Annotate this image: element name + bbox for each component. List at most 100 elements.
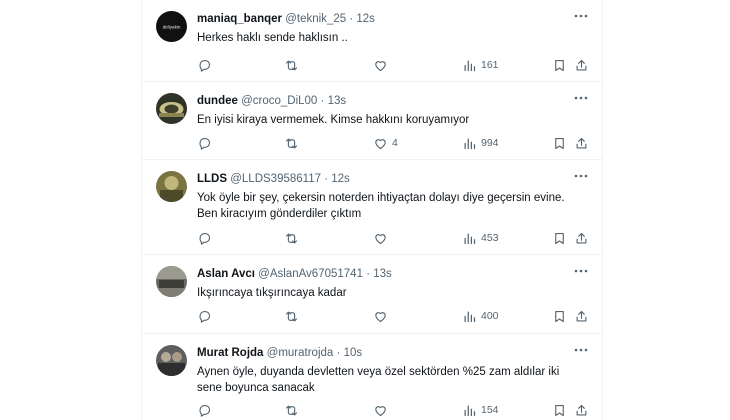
avatar[interactable] xyxy=(156,171,187,202)
share-button[interactable] xyxy=(574,134,589,152)
views-button[interactable]: 453 xyxy=(462,229,499,247)
tweet-text: Herkes haklı sende haklısın .. xyxy=(197,32,348,44)
separator-dot: · xyxy=(366,268,371,280)
reply-button[interactable] xyxy=(197,307,212,325)
share-button[interactable] xyxy=(574,307,589,325)
timestamp[interactable]: 13s xyxy=(328,95,347,107)
retweet-button[interactable] xyxy=(284,229,299,247)
bookmark-icon xyxy=(555,137,564,149)
retweet-button[interactable] xyxy=(284,56,299,74)
retweet-button[interactable] xyxy=(284,134,299,152)
tweet-actions: 453 xyxy=(197,229,592,247)
tweet-item[interactable]: deliyakin maniaq_banqer @teknik_25 · 12s… xyxy=(142,0,602,82)
retweet-button[interactable] xyxy=(284,307,299,325)
like-button[interactable] xyxy=(373,307,392,325)
user-handle[interactable]: @LLDS39586117 xyxy=(230,173,321,185)
avatar[interactable] xyxy=(156,93,187,124)
bookmark-button[interactable] xyxy=(552,56,567,74)
like-button[interactable] xyxy=(373,56,392,74)
more-options-icon[interactable] xyxy=(572,91,590,105)
views-button[interactable]: 994 xyxy=(462,134,499,152)
analytics-icon xyxy=(464,138,476,149)
heart-icon xyxy=(375,138,386,149)
tweet-actions: 161 xyxy=(197,56,592,74)
display-name[interactable]: dundee xyxy=(197,95,238,107)
reply-icon xyxy=(199,310,211,323)
more-options-icon[interactable] xyxy=(572,9,590,23)
avatar[interactable]: deliyakin xyxy=(156,11,187,42)
reply-button[interactable] xyxy=(197,134,212,152)
tweet-item[interactable]: LLDS @LLDS39586117 · 12s Yok öyle bir şe… xyxy=(142,160,602,255)
tweet-actions: 4 994 xyxy=(197,134,592,152)
bookmark-button[interactable] xyxy=(552,134,567,152)
timestamp[interactable]: 12s xyxy=(356,13,375,25)
like-button[interactable] xyxy=(373,229,392,247)
views-button[interactable]: 400 xyxy=(462,307,499,325)
tweet-text: En iyisi kiraya vermemek. Kimse hakkını … xyxy=(197,114,470,126)
timestamp[interactable]: 12s xyxy=(331,173,350,185)
view-count: 154 xyxy=(481,404,499,416)
like-button[interactable]: 4 xyxy=(373,134,398,152)
tweet-item[interactable]: Aslan Avcı @AslanAv67051741 · 13s Ikşırı… xyxy=(142,255,602,334)
avatar[interactable] xyxy=(156,345,187,376)
more-options-icon[interactable] xyxy=(572,264,590,278)
retweet-icon xyxy=(285,233,298,243)
heart-icon xyxy=(375,233,386,244)
timestamp[interactable]: 10s xyxy=(344,347,363,359)
retweet-icon xyxy=(285,311,298,321)
heart-icon xyxy=(375,405,386,416)
user-handle[interactable]: @muratrojda xyxy=(267,347,334,359)
bookmark-button[interactable] xyxy=(552,307,567,325)
tweet-actions: 154 xyxy=(197,401,592,419)
reply-icon xyxy=(199,232,211,245)
display-name[interactable]: Aslan Avcı xyxy=(197,268,255,280)
bookmark-button[interactable] xyxy=(552,229,567,247)
separator-dot: · xyxy=(336,347,341,359)
reply-button[interactable] xyxy=(197,229,212,247)
like-count: 4 xyxy=(392,137,398,149)
tweet-item[interactable]: Murat Rojda @muratrojda · 10s Aynen öyle… xyxy=(142,334,602,420)
bookmark-icon xyxy=(555,59,564,71)
bookmark-button[interactable] xyxy=(552,401,567,419)
share-icon xyxy=(576,310,587,321)
reply-button[interactable] xyxy=(197,56,212,74)
display-name[interactable]: LLDS xyxy=(197,173,227,185)
retweet-icon xyxy=(285,60,298,70)
separator-dot: · xyxy=(349,13,354,25)
reply-icon xyxy=(199,137,211,150)
like-button[interactable] xyxy=(373,401,392,419)
user-handle[interactable]: @croco_DiL00 xyxy=(241,95,317,107)
view-count: 400 xyxy=(481,310,499,322)
retweet-button[interactable] xyxy=(284,401,299,419)
more-options-icon[interactable] xyxy=(572,343,590,357)
share-button[interactable] xyxy=(574,229,589,247)
tweet-header: dundee @croco_DiL00 · 13s xyxy=(197,94,346,108)
timestamp[interactable]: 13s xyxy=(373,268,392,280)
share-button[interactable] xyxy=(574,401,589,419)
tweet-text: Ikşırıncaya tıkşırıncaya kadar xyxy=(197,287,347,299)
reply-button[interactable] xyxy=(197,401,212,419)
display-name[interactable]: Murat Rojda xyxy=(197,347,263,359)
analytics-icon xyxy=(464,233,476,244)
screenshot-canvas: deliyakin maniaq_banqer @teknik_25 · 12s… xyxy=(0,0,730,420)
more-options-icon[interactable] xyxy=(572,169,590,183)
view-count: 994 xyxy=(481,137,499,149)
share-icon xyxy=(576,59,587,70)
view-count: 453 xyxy=(481,232,499,244)
share-button[interactable] xyxy=(574,56,589,74)
user-handle[interactable]: @teknik_25 xyxy=(285,13,346,25)
bookmark-icon xyxy=(555,310,564,322)
share-icon xyxy=(576,404,587,415)
share-icon xyxy=(576,137,587,148)
user-handle[interactable]: @AslanAv67051741 xyxy=(258,268,363,280)
share-icon xyxy=(576,232,587,243)
tweet-header: LLDS @LLDS39586117 · 12s xyxy=(197,172,350,186)
views-button[interactable]: 161 xyxy=(462,56,499,74)
tweet-header: Aslan Avcı @AslanAv67051741 · 13s xyxy=(197,267,392,281)
tweet-text: Yok öyle bir şey, çekersin noterden ihti… xyxy=(197,192,565,220)
tweet-header: Murat Rojda @muratrojda · 10s xyxy=(197,346,362,360)
display-name[interactable]: maniaq_banqer xyxy=(197,13,282,25)
avatar[interactable] xyxy=(156,266,187,297)
tweet-item[interactable]: dundee @croco_DiL00 · 13s En iyisi kiray… xyxy=(142,82,602,160)
views-button[interactable]: 154 xyxy=(462,401,499,419)
